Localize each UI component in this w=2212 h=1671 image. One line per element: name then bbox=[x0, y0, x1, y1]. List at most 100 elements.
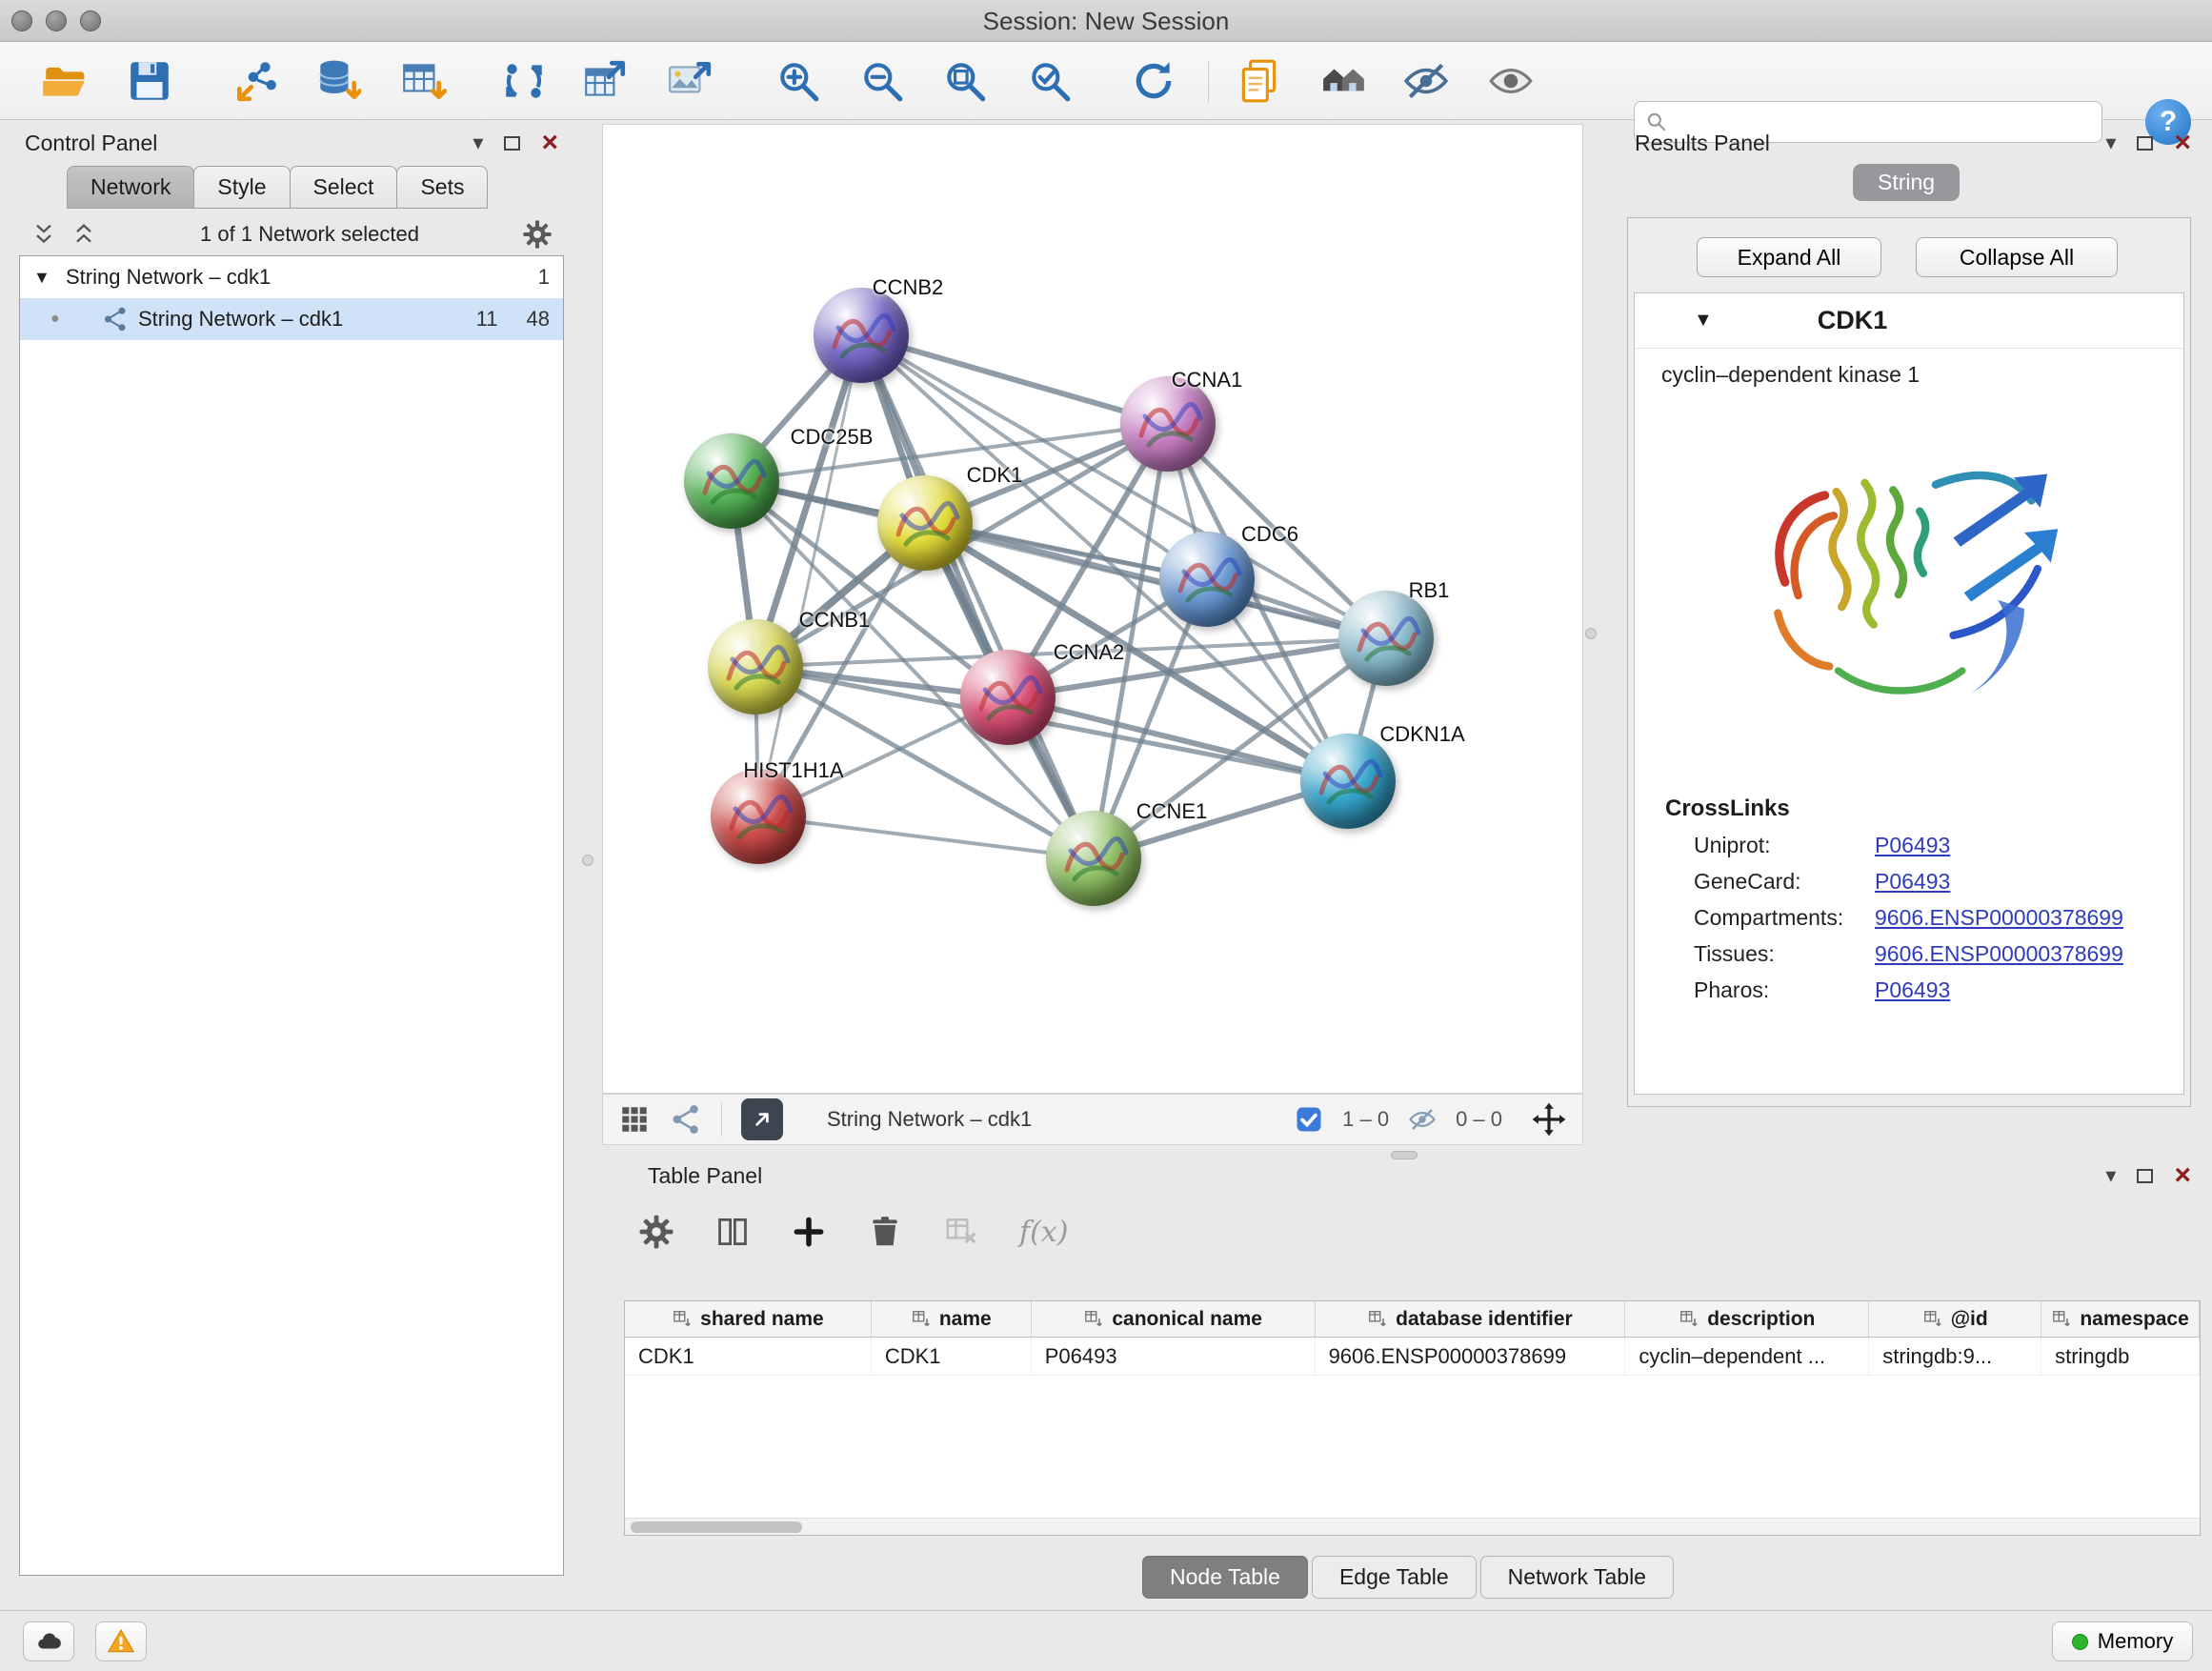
export-view-button[interactable] bbox=[741, 1098, 783, 1140]
crosslink-tissues-link[interactable]: 9606.ENSP00000378699 bbox=[1875, 941, 2123, 967]
table-row[interactable]: CDK1 CDK1 P06493 9606.ENSP00000378699 cy… bbox=[625, 1338, 2200, 1376]
selected-count: 1 – 0 bbox=[1342, 1107, 1389, 1132]
network-node-CCNE1[interactable] bbox=[1046, 811, 1141, 906]
panel-menu-icon[interactable]: ▾ bbox=[2105, 131, 2116, 155]
add-column-icon[interactable] bbox=[791, 1214, 827, 1250]
panel-close-icon[interactable]: × bbox=[2174, 1166, 2191, 1185]
zoom-out-button[interactable] bbox=[855, 55, 909, 109]
network-canvas[interactable]: CCNB2CCNA1CDC25BCDK1CDC6RB1CCNB1CCNA2CDK… bbox=[602, 124, 1583, 1094]
crosslink-row: Tissues: 9606.ENSP00000378699 bbox=[1635, 931, 2183, 967]
control-panel: Control Panel ▾ × Network Style Select S… bbox=[11, 126, 572, 1583]
network-node-CCNB2[interactable] bbox=[814, 288, 909, 383]
collection-expander-icon[interactable]: ▼ bbox=[33, 268, 66, 288]
save-session-button[interactable] bbox=[123, 55, 176, 109]
network-node-RB1[interactable] bbox=[1338, 591, 1434, 686]
column-header[interactable]: database identifier bbox=[1316, 1301, 1626, 1337]
warnings-button[interactable] bbox=[95, 1621, 147, 1661]
memory-button[interactable]: Memory bbox=[2052, 1621, 2193, 1661]
network-collection-row[interactable]: ▼ String Network – cdk1 1 bbox=[20, 256, 563, 298]
network-options-gear-icon[interactable] bbox=[522, 219, 553, 250]
tab-network[interactable]: Network bbox=[67, 166, 194, 209]
results-panel-title: Results Panel bbox=[1635, 131, 2105, 156]
cloud-button[interactable] bbox=[23, 1621, 74, 1661]
show-selected-button[interactable] bbox=[1484, 55, 1538, 109]
crosslink-pharos-link[interactable]: P06493 bbox=[1875, 977, 1950, 1003]
crosslink-label: GeneCard: bbox=[1694, 869, 1875, 895]
import-network-button[interactable] bbox=[229, 55, 282, 109]
left-splitter-handle[interactable] bbox=[582, 855, 593, 866]
panel-close-icon[interactable]: × bbox=[541, 133, 558, 152]
zoom-in-button[interactable] bbox=[772, 55, 825, 109]
expand-all-button[interactable]: Expand All bbox=[1697, 237, 1881, 277]
zoom-selected-button[interactable] bbox=[1023, 55, 1076, 109]
column-header[interactable]: namespace bbox=[2041, 1301, 2200, 1337]
panel-float-icon[interactable] bbox=[2137, 1169, 2153, 1183]
network-row[interactable]: ● String Network – cdk1 11 48 bbox=[20, 298, 563, 340]
tab-select[interactable]: Select bbox=[290, 166, 398, 209]
main-toolbar: ? bbox=[0, 42, 2212, 120]
column-header[interactable]: @id bbox=[1869, 1301, 2041, 1337]
network-icon[interactable] bbox=[670, 1103, 702, 1136]
hide-selected-button[interactable] bbox=[1399, 55, 1453, 109]
tab-string[interactable]: String bbox=[1853, 164, 1960, 201]
crosslink-label: Tissues: bbox=[1694, 941, 1875, 967]
collapse-all-icon[interactable] bbox=[30, 221, 57, 248]
column-header[interactable]: shared name bbox=[625, 1301, 872, 1337]
crosslink-uniprot-link[interactable]: P06493 bbox=[1875, 833, 1950, 858]
documents-button[interactable] bbox=[1233, 55, 1286, 109]
cell-database-identifier: 9606.ENSP00000378699 bbox=[1316, 1338, 1626, 1375]
string-results-box: Expand All Collapse All ▼ CDK1 cyclin–de… bbox=[1627, 217, 2191, 1107]
protein-description: cyclin–dependent kinase 1 bbox=[1635, 349, 2183, 388]
function-builder-button[interactable]: f(x) bbox=[1019, 1216, 1068, 1249]
protein-expander-icon[interactable]: ▼ bbox=[1694, 310, 1713, 332]
panel-float-icon[interactable] bbox=[504, 136, 520, 151]
network-node-CCNA2[interactable] bbox=[960, 650, 1056, 745]
panel-float-icon[interactable] bbox=[2137, 136, 2153, 151]
zoom-fit-button[interactable] bbox=[938, 55, 992, 109]
column-sort-icon bbox=[672, 1309, 693, 1330]
export-image-button[interactable] bbox=[663, 55, 716, 109]
expand-all-icon[interactable] bbox=[70, 221, 97, 248]
tab-style[interactable]: Style bbox=[193, 166, 290, 209]
status-bar: Memory bbox=[0, 1610, 2212, 1671]
network-node-CDKN1A[interactable] bbox=[1300, 734, 1396, 829]
right-splitter-handle[interactable] bbox=[1585, 628, 1597, 639]
network-node-CDC25B[interactable] bbox=[684, 433, 779, 529]
tab-sets[interactable]: Sets bbox=[396, 166, 488, 209]
column-header[interactable]: name bbox=[872, 1301, 1032, 1337]
collapse-all-button[interactable]: Collapse All bbox=[1916, 237, 2118, 277]
column-header[interactable]: canonical name bbox=[1032, 1301, 1316, 1337]
network-node-CDK1[interactable] bbox=[877, 475, 973, 571]
panel-menu-icon[interactable]: ▾ bbox=[473, 131, 483, 155]
network-node-CDC6[interactable] bbox=[1159, 532, 1255, 627]
houses-button[interactable] bbox=[1317, 55, 1371, 109]
column-header[interactable]: description bbox=[1625, 1301, 1869, 1337]
horizontal-scrollbar[interactable] bbox=[625, 1518, 2200, 1535]
crosslink-compartments-link[interactable]: 9606.ENSP00000378699 bbox=[1875, 905, 2123, 931]
tab-node-table[interactable]: Node Table bbox=[1142, 1556, 1308, 1599]
tab-network-table[interactable]: Network Table bbox=[1480, 1556, 1674, 1599]
tab-edge-table[interactable]: Edge Table bbox=[1312, 1556, 1477, 1599]
network-node-HIST1H1A[interactable] bbox=[711, 769, 806, 864]
pan-move-icon[interactable] bbox=[1531, 1101, 1567, 1137]
column-sort-icon bbox=[1367, 1309, 1388, 1330]
panel-menu-icon[interactable]: ▾ bbox=[2105, 1163, 2116, 1188]
hidden-eye-slash-icon[interactable] bbox=[1408, 1105, 1437, 1134]
network-node-CCNB1[interactable] bbox=[708, 619, 803, 715]
show-columns-icon[interactable] bbox=[714, 1214, 751, 1250]
new-network-from-selection-button[interactable] bbox=[497, 55, 551, 109]
cell-id: stringdb:9... bbox=[1869, 1338, 2041, 1375]
export-table-button[interactable] bbox=[578, 55, 632, 109]
crosslink-genecard-link[interactable]: P06493 bbox=[1875, 869, 1950, 895]
panel-close-icon[interactable]: × bbox=[2174, 133, 2191, 152]
import-table-button[interactable] bbox=[396, 55, 450, 109]
import-network-from-database-button[interactable] bbox=[311, 55, 364, 109]
selected-checkbox-icon[interactable] bbox=[1295, 1105, 1323, 1134]
table-options-gear-icon[interactable] bbox=[638, 1214, 674, 1250]
delete-column-icon[interactable] bbox=[867, 1214, 903, 1250]
scrollbar-thumb[interactable] bbox=[631, 1521, 802, 1533]
open-session-button[interactable] bbox=[38, 55, 91, 109]
delete-table-icon-disabled bbox=[943, 1214, 979, 1250]
refresh-network-button[interactable] bbox=[1127, 55, 1180, 109]
birds-eye-view-icon[interactable] bbox=[618, 1103, 651, 1136]
